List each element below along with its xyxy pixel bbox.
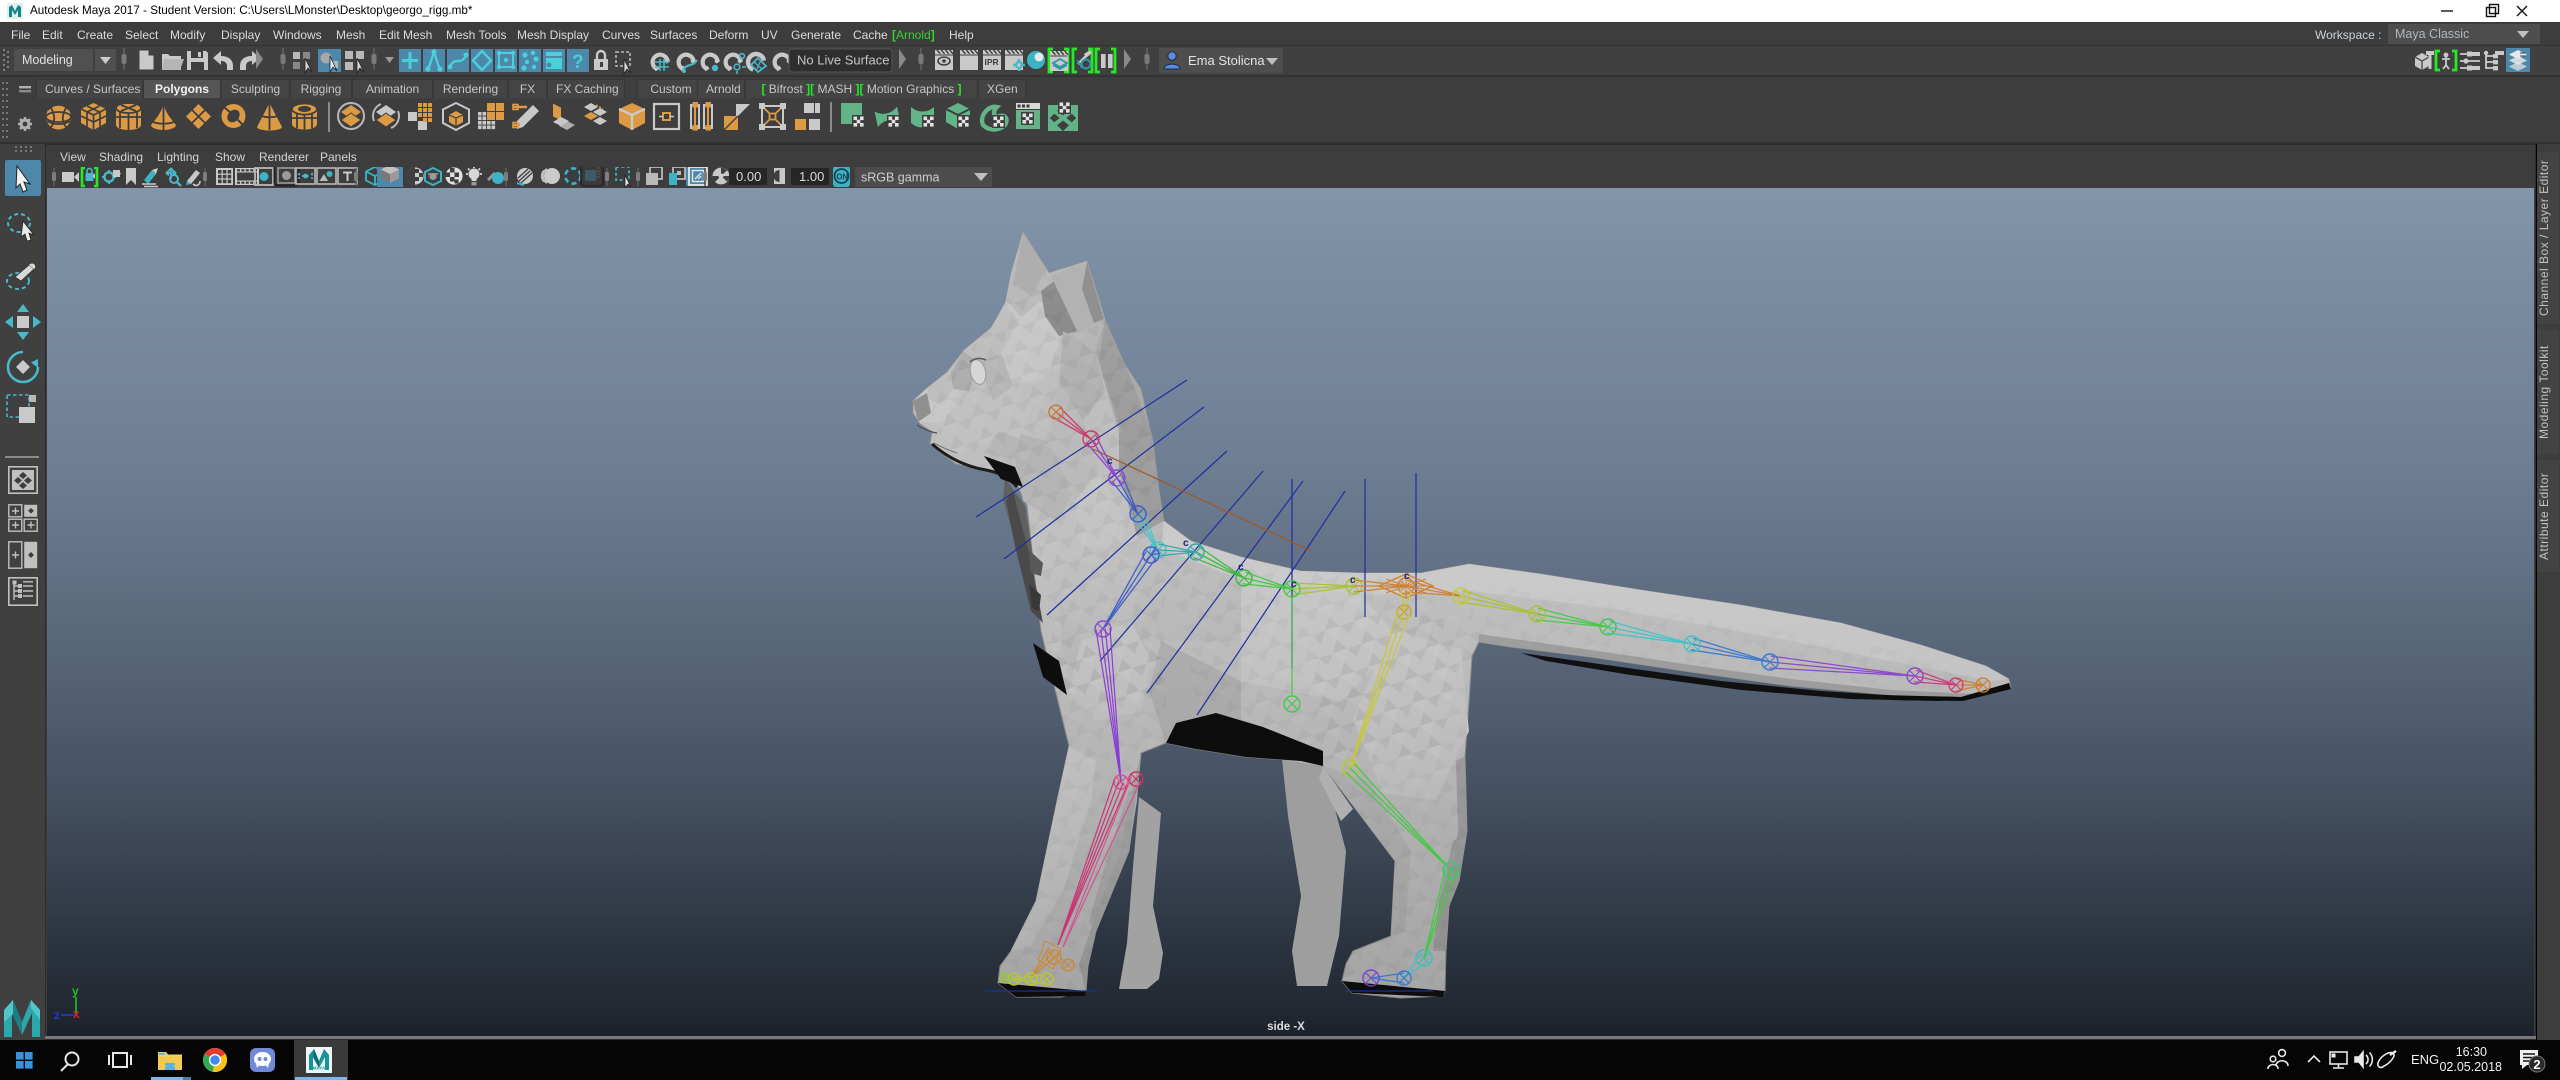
svg-text:?: ?	[572, 52, 584, 73]
svg-text:sRGB gamma: sRGB gamma	[861, 171, 940, 185]
svg-text:side -X: side -X	[1267, 1021, 1305, 1033]
svg-text:ENG: ENG	[2411, 1052, 2439, 1067]
svg-text:z: z	[54, 1008, 60, 1022]
svg-text:IPR: IPR	[985, 57, 999, 67]
svg-text:c: c	[1183, 538, 1189, 549]
svg-text:c: c	[1350, 575, 1356, 586]
svg-text:16:30: 16:30	[2456, 1045, 2487, 1059]
svg-text:c: c	[1404, 571, 1410, 582]
svg-text:c: c	[1107, 456, 1113, 467]
svg-text:02.05.2018: 02.05.2018	[2439, 1060, 2502, 1074]
svg-text:c: c	[1238, 562, 1244, 573]
svg-text:Ema Stolicna: Ema Stolicna	[1188, 53, 1265, 68]
svg-text:c: c	[1291, 579, 1297, 590]
svg-text:Modeling: Modeling	[22, 53, 73, 67]
svg-text:y: y	[72, 984, 79, 998]
svg-text:x: x	[73, 1007, 80, 1021]
svg-text:0.00: 0.00	[736, 169, 761, 184]
svg-text:1.00: 1.00	[799, 169, 824, 184]
svg-text:MAYA: MAYA	[313, 1066, 326, 1071]
svg-text:No Live Surface: No Live Surface	[797, 53, 890, 68]
svg-text:ON: ON	[836, 172, 848, 181]
svg-text:2: 2	[2533, 1057, 2540, 1072]
